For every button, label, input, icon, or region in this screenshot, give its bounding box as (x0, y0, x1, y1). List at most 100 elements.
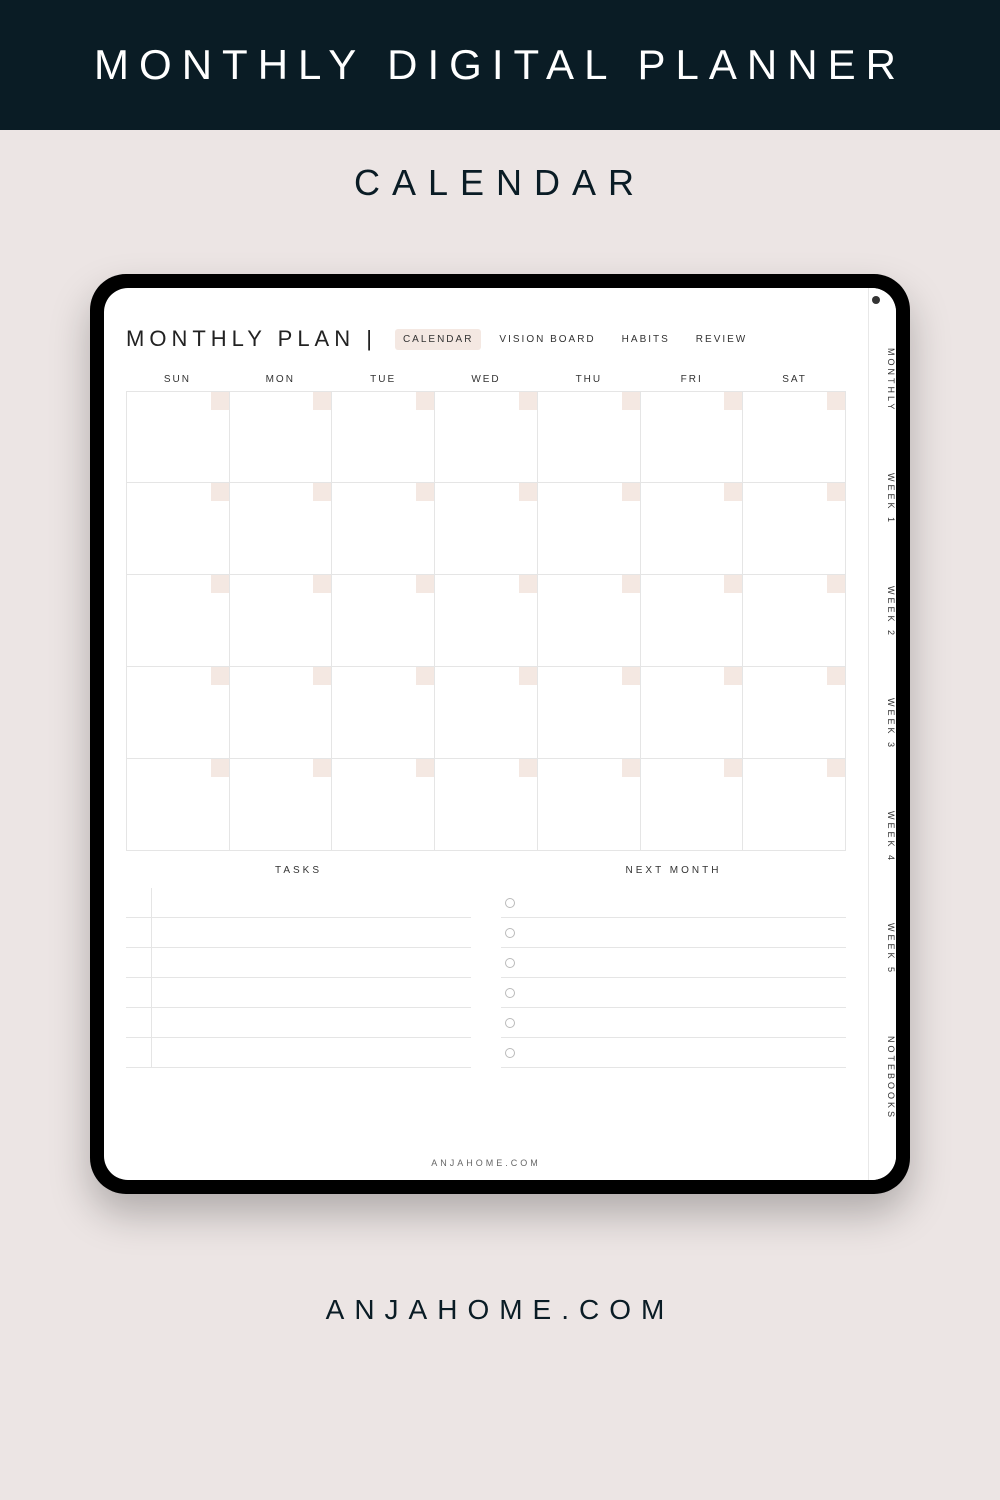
camera-icon (872, 296, 880, 304)
next-month-row[interactable] (501, 918, 846, 948)
date-box (211, 392, 229, 410)
side-tab-week-4[interactable]: WEEK 4 (869, 811, 896, 863)
calendar-cell[interactable] (332, 483, 435, 575)
date-box (622, 667, 640, 685)
next-month-lines (501, 888, 846, 1068)
task-row[interactable] (126, 1038, 471, 1068)
side-tab-week-2[interactable]: WEEK 2 (869, 586, 896, 638)
task-checkbox[interactable] (126, 1038, 152, 1067)
calendar-cell[interactable] (435, 391, 538, 483)
date-box (622, 483, 640, 501)
calendar-cell[interactable] (743, 391, 846, 483)
date-box (827, 392, 845, 410)
side-tab-week-1[interactable]: WEEK 1 (869, 473, 896, 525)
calendar-cell[interactable] (641, 483, 744, 575)
side-tab-monthly[interactable]: MONTHLY (869, 348, 896, 412)
calendar-cell[interactable] (435, 759, 538, 851)
calendar-cell[interactable] (538, 483, 641, 575)
task-row[interactable] (126, 1008, 471, 1038)
calendar-cell[interactable] (435, 575, 538, 667)
circle-icon (505, 1048, 515, 1058)
calendar-cell[interactable] (538, 391, 641, 483)
calendar-cell[interactable] (127, 483, 230, 575)
task-row[interactable] (126, 888, 471, 918)
calendar-cell[interactable] (127, 391, 230, 483)
brand-footer: ANJAHOME.COM (0, 1294, 1000, 1326)
weekday-thu: THU (537, 374, 640, 385)
side-tabs: MONTHLY WEEK 1 WEEK 2 WEEK 3 WEEK 4 WEEK 5 NOT… (868, 288, 896, 1180)
calendar-cell[interactable] (538, 759, 641, 851)
date-box (519, 667, 537, 685)
date-box (416, 575, 434, 593)
calendar-cell[interactable] (641, 759, 744, 851)
calendar-cell[interactable] (743, 575, 846, 667)
calendar-cell[interactable] (127, 759, 230, 851)
calendar-cell[interactable] (743, 667, 846, 759)
date-box (827, 667, 845, 685)
date-box (519, 759, 537, 777)
task-row[interactable] (126, 918, 471, 948)
page-footer: ANJAHOME.COM (126, 1150, 846, 1170)
calendar-cell[interactable] (127, 667, 230, 759)
calendar-cell[interactable] (538, 667, 641, 759)
date-box (313, 392, 331, 410)
side-tab-notebooks[interactable]: NOTEBOOKS (869, 1036, 896, 1120)
task-checkbox[interactable] (126, 888, 152, 917)
calendar-cell[interactable] (435, 483, 538, 575)
next-month-row[interactable] (501, 948, 846, 978)
calendar-cell[interactable] (435, 667, 538, 759)
calendar-cell[interactable] (230, 483, 333, 575)
calendar-cell[interactable] (332, 759, 435, 851)
date-box (211, 759, 229, 777)
calendar-grid (126, 391, 846, 851)
date-box (724, 759, 742, 777)
calendar-cell[interactable] (538, 575, 641, 667)
weekday-row: SUNMONTUEWEDTHUFRISAT (126, 374, 846, 385)
calendar-cell[interactable] (230, 759, 333, 851)
next-month-label: NEXT MONTH (501, 865, 846, 876)
calendar-cell[interactable] (641, 667, 744, 759)
date-box (724, 392, 742, 410)
nav-tab-calendar[interactable]: CALENDAR (395, 329, 481, 350)
calendar-cell[interactable] (332, 391, 435, 483)
date-box (724, 575, 742, 593)
nav-tab-habits[interactable]: HABITS (614, 329, 678, 350)
date-box (313, 483, 331, 501)
task-checkbox[interactable] (126, 948, 152, 977)
tablet-screen: MONTHLY PLAN | CALENDARVISION BOARDHABIT… (104, 288, 896, 1180)
calendar-cell[interactable] (332, 575, 435, 667)
next-month-row[interactable] (501, 1008, 846, 1038)
next-month-row[interactable] (501, 1038, 846, 1068)
weekday-wed: WED (435, 374, 538, 385)
date-box (827, 483, 845, 501)
calendar-cell[interactable] (641, 391, 744, 483)
calendar-cell[interactable] (230, 667, 333, 759)
task-checkbox[interactable] (126, 1008, 152, 1037)
date-box (724, 667, 742, 685)
date-box (622, 575, 640, 593)
date-box (211, 667, 229, 685)
top-banner: MONTHLY DIGITAL PLANNER (0, 0, 1000, 130)
task-row[interactable] (126, 948, 471, 978)
next-month-row[interactable] (501, 888, 846, 918)
side-tab-week-3[interactable]: WEEK 3 (869, 698, 896, 750)
nav-tab-vision-board[interactable]: VISION BOARD (491, 329, 603, 350)
calendar-cell[interactable] (332, 667, 435, 759)
calendar-cell[interactable] (743, 483, 846, 575)
side-tab-week-5[interactable]: WEEK 5 (869, 923, 896, 975)
calendar-cell[interactable] (230, 391, 333, 483)
calendar-cell[interactable] (641, 575, 744, 667)
task-checkbox[interactable] (126, 918, 152, 947)
nav-tab-review[interactable]: REVIEW (688, 329, 755, 350)
page-header: MONTHLY PLAN | CALENDARVISION BOARDHABIT… (126, 326, 846, 352)
task-checkbox[interactable] (126, 978, 152, 1007)
next-month-row[interactable] (501, 978, 846, 1008)
calendar-cell[interactable] (127, 575, 230, 667)
tablet-mockup: MONTHLY PLAN | CALENDARVISION BOARDHABIT… (90, 274, 910, 1194)
calendar-cell[interactable] (743, 759, 846, 851)
calendar-cell[interactable] (230, 575, 333, 667)
task-row[interactable] (126, 978, 471, 1008)
banner-title: MONTHLY DIGITAL PLANNER (94, 41, 906, 89)
date-box (313, 667, 331, 685)
date-box (519, 392, 537, 410)
